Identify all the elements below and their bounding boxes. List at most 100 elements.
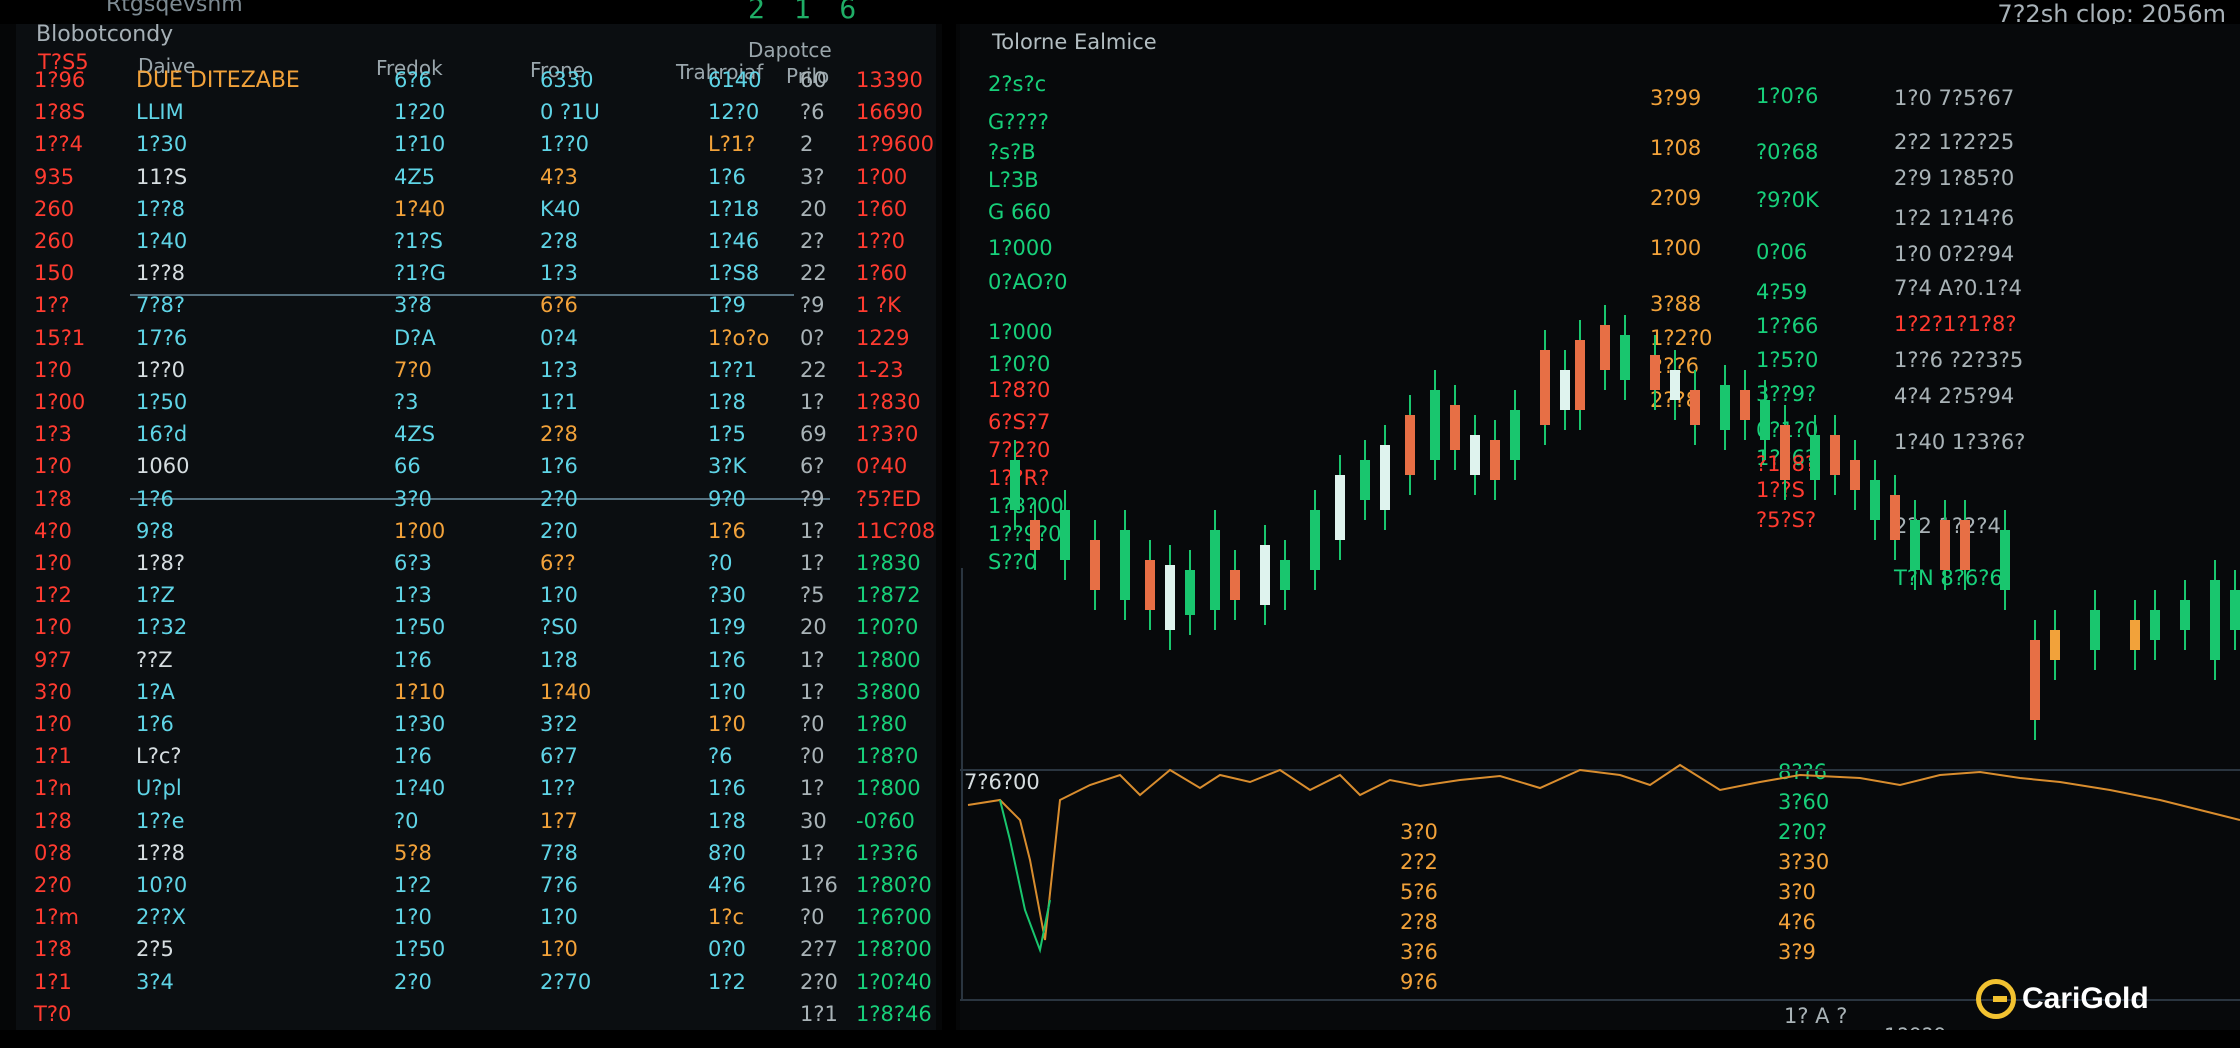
candle-body xyxy=(1470,435,1480,475)
right-figure-col2: 1?0?6 xyxy=(1756,84,1819,108)
row-value-1: 1?2 xyxy=(394,873,432,897)
row-index: 1?2 xyxy=(34,583,72,607)
price-chart[interactable] xyxy=(960,300,2240,1048)
candle-body xyxy=(1600,325,1610,370)
row-value-1: 1?50 xyxy=(394,937,446,961)
row-name: 1??8 xyxy=(136,197,186,221)
candle-body xyxy=(1870,480,1880,520)
row-value-4: ?9 xyxy=(800,293,825,317)
col-head-4: Dapotce xyxy=(748,38,832,62)
right-figure-col1: 3?99 xyxy=(1650,86,1702,110)
row-value-4: ?9 xyxy=(800,487,825,511)
row-change: 3?800 xyxy=(856,680,921,704)
row-value-3: 1?6 xyxy=(708,519,746,543)
row-value-1: 4Z5 xyxy=(394,165,436,189)
row-value-2: 1??0 xyxy=(540,132,590,156)
row-change: 1?9600 xyxy=(856,132,934,156)
row-change: 1?3?6 xyxy=(856,841,919,865)
row-name: 2??X xyxy=(136,905,187,929)
price-line xyxy=(967,763,2240,941)
right-figure-col1: 2?09 xyxy=(1650,186,1702,210)
candle-body xyxy=(1740,390,1750,420)
candle-body xyxy=(2230,590,2240,630)
row-name: 3?4 xyxy=(136,970,174,994)
row-value-1: ?0 xyxy=(394,809,419,833)
row-value-1: 1?00 xyxy=(394,519,446,543)
row-value-4: 1?1 xyxy=(800,1002,838,1026)
row-name: 1?6 xyxy=(136,712,174,736)
row-name: U?pl xyxy=(136,776,182,800)
row-value-4: 6? xyxy=(800,454,825,478)
row-value-2: 1?3 xyxy=(540,261,578,285)
candle-body xyxy=(2030,640,2040,720)
row-value-2: 2?0 xyxy=(540,519,578,543)
row-name: 1?6 xyxy=(136,487,174,511)
row-change: 16690 xyxy=(856,100,923,124)
row-value-4: ?0 xyxy=(800,744,825,768)
candle-body xyxy=(2210,580,2220,660)
row-value-4: 22 xyxy=(800,358,827,382)
row-index: 2?0 xyxy=(34,873,72,897)
row-value-3: 1?2 xyxy=(708,970,746,994)
row-value-4: 2?0 xyxy=(800,970,838,994)
row-name: DUE DITEZABE xyxy=(136,68,300,93)
right-figure-col1: 1?00 xyxy=(1650,236,1702,260)
row-change: 1?800 xyxy=(856,648,921,672)
row-value-1: 5?8 xyxy=(394,841,432,865)
row-change: 1?80?0 xyxy=(856,873,932,897)
row-index: 260 xyxy=(34,229,75,253)
right-left-figure: 1?000 xyxy=(988,236,1053,260)
candle-body xyxy=(1940,520,1950,570)
right-figure-col2: 0?06 xyxy=(1756,240,1808,264)
row-index: 1?1 xyxy=(34,970,72,994)
row-index: 1?96 xyxy=(34,68,86,92)
row-value-3: 1?46 xyxy=(708,229,760,253)
candle-body xyxy=(1690,390,1700,425)
window-title: Rtgsqevshm xyxy=(106,0,243,17)
row-change: -0?60 xyxy=(856,809,915,833)
candle-body xyxy=(2180,600,2190,630)
row-value-4: ?5 xyxy=(800,583,825,607)
row-value-4: 1? xyxy=(800,390,825,414)
candle-body xyxy=(1335,475,1345,540)
row-value-2: 0 ?1U xyxy=(540,100,600,124)
candle-body xyxy=(1960,520,1970,570)
row-value-3: 1?0 xyxy=(708,680,746,704)
right-figure-col2: ?0?68 xyxy=(1756,140,1819,164)
brand-logo: CariGold xyxy=(1976,978,2149,1020)
row-value-4: 2 xyxy=(800,132,814,156)
row-value-3: 1?6 xyxy=(708,776,746,800)
row-value-4: 20 xyxy=(800,197,827,221)
row-name: 11?S xyxy=(136,165,188,189)
candle-body xyxy=(1560,370,1570,410)
row-index: 1?0 xyxy=(34,358,72,382)
carigold-logo-icon xyxy=(1976,979,2016,1019)
row-value-4: 60 xyxy=(800,68,827,92)
row-value-3: ?0 xyxy=(708,551,733,575)
row-value-3: 1?S8 xyxy=(708,261,760,285)
row-value-2: 2?0 xyxy=(540,487,578,511)
row-change: 1?00 xyxy=(856,165,908,189)
row-change: 1??0 xyxy=(856,229,906,253)
candle-body xyxy=(1310,510,1320,570)
row-change: 1-23 xyxy=(856,358,904,382)
candle-body xyxy=(1830,435,1840,475)
row-value-1: 1?10 xyxy=(394,132,446,156)
row-value-2: 6?7 xyxy=(540,744,578,768)
row-value-2: 6?? xyxy=(540,551,576,575)
row-change: 1?6?00 xyxy=(856,905,932,929)
row-index: 15?1 xyxy=(34,326,86,350)
row-value-2: 6330 xyxy=(540,68,594,92)
row-value-1: 1?50 xyxy=(394,615,446,639)
row-value-4: 1?6 xyxy=(800,873,838,897)
row-value-2: 3?2 xyxy=(540,712,578,736)
row-value-1: 1?3 xyxy=(394,583,432,607)
row-value-1: ?1?G xyxy=(394,261,446,285)
row-value-1: 6?3 xyxy=(394,551,432,575)
row-index: T?0 xyxy=(34,1002,72,1026)
row-value-2: 1?7 xyxy=(540,809,578,833)
row-index: 1?8 xyxy=(34,487,72,511)
row-change: 0?40 xyxy=(856,454,908,478)
row-value-4: 1? xyxy=(800,776,825,800)
row-value-3: L?1? xyxy=(708,132,756,156)
